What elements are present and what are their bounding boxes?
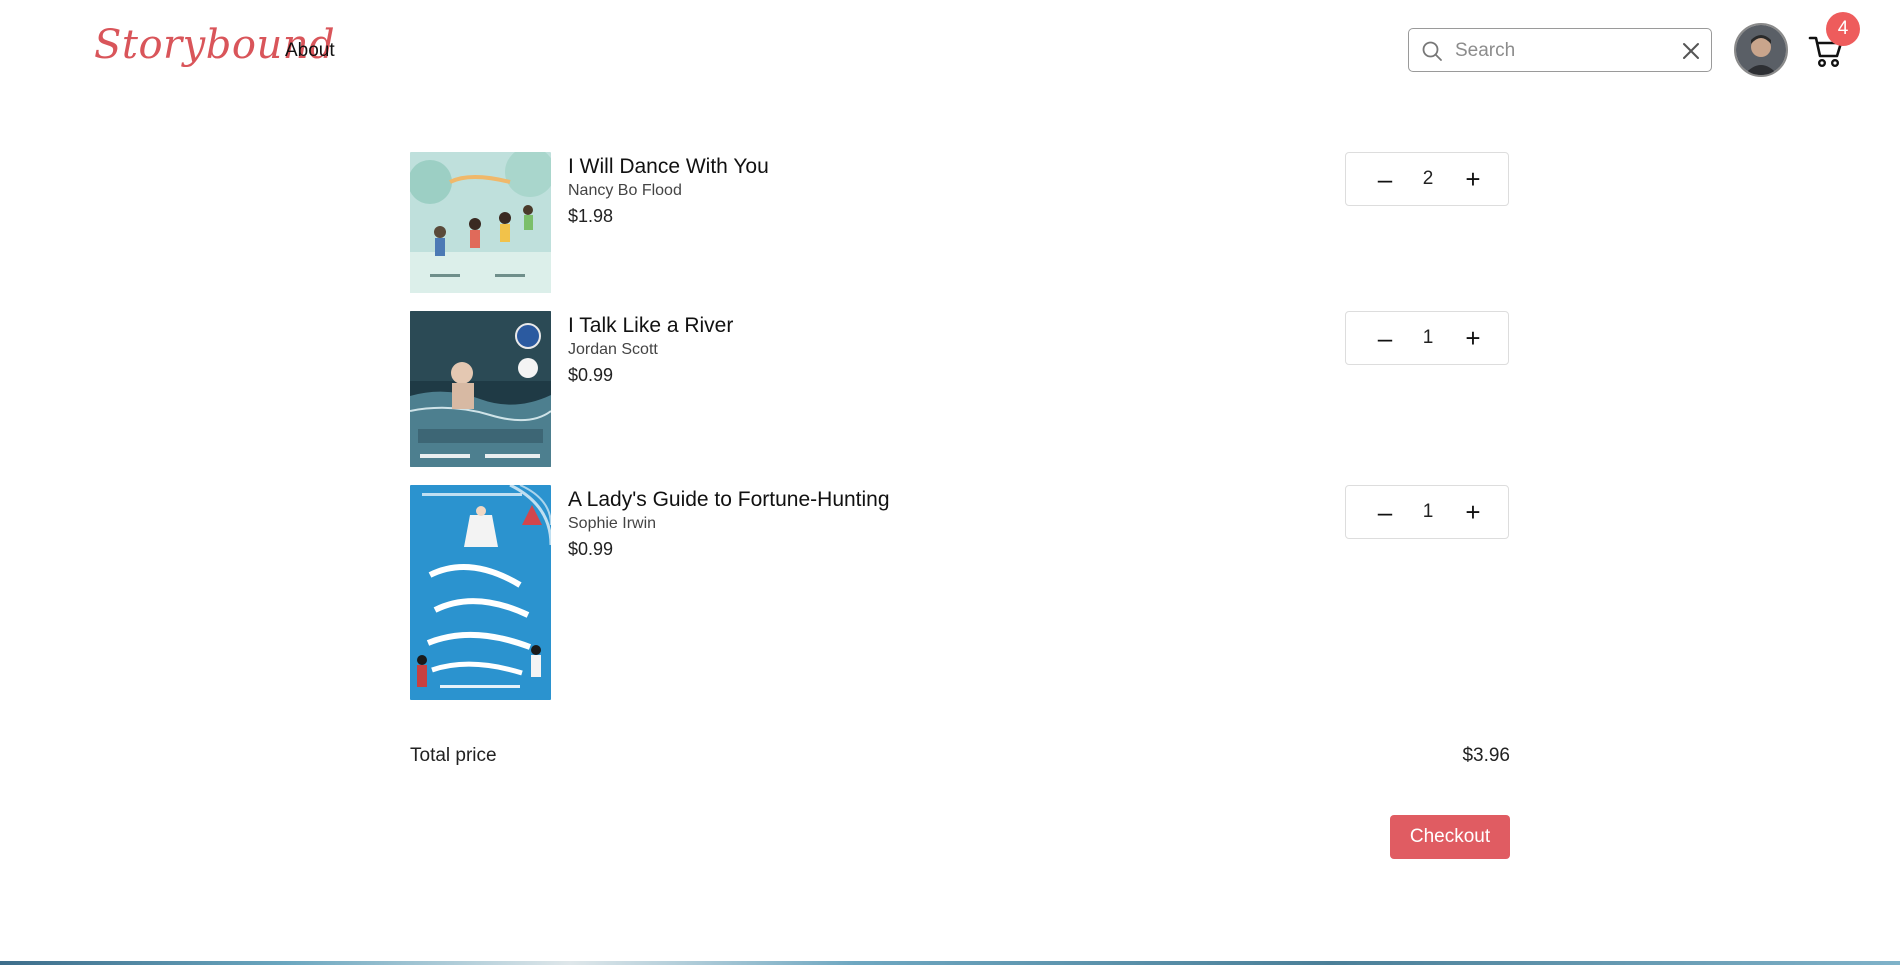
book-author: Jordan Scott [568,341,658,358]
clear-search-icon[interactable] [1681,41,1701,66]
book-price: $0.99 [568,539,614,559]
quantity-value: 2 [1422,168,1434,189]
increase-quantity-button[interactable]: + [1448,312,1498,364]
book-cover-image[interactable] [410,311,551,467]
quantity-stepper: – 2 + [1345,152,1509,206]
search-box[interactable] [1408,28,1712,72]
book-title[interactable]: A Lady's Guide to Fortune-Hunting [568,487,890,513]
quantity-value: 1 [1422,327,1434,348]
cart-count-badge: 4 [1826,12,1860,46]
book-title[interactable]: I Talk Like a River [568,313,733,339]
search-input[interactable] [1453,37,1667,65]
increase-quantity-button[interactable]: + [1448,486,1498,538]
top-nav: Storybound About Search 4 [0,0,1900,100]
book-info: A Lady's Guide to Fortune-Hunting Sophie… [568,485,890,560]
quantity-value: 1 [1422,501,1434,522]
book-info: I Talk Like a River Jordan Scott $0.99 [568,311,733,386]
total-price-value: $3.96 [1462,745,1510,766]
checkout-button[interactable]: Checkout [1390,815,1510,859]
total-price-label: Total price [410,745,497,766]
book-info: I Will Dance With You Nancy Bo Flood $1.… [568,152,769,227]
footer-image-strip [0,961,1900,965]
book-author: Sophie Irwin [568,515,657,532]
book-title[interactable]: I Will Dance With You [568,154,769,180]
quantity-stepper: – 1 + [1345,311,1509,365]
nav-about-link[interactable]: About [285,40,335,62]
book-price: $0.99 [568,365,614,385]
user-avatar[interactable] [1734,23,1788,77]
book-cover-image[interactable] [410,152,551,293]
increase-quantity-button[interactable]: + [1448,153,1498,205]
book-cover-image[interactable] [410,485,551,700]
search-icon [1421,40,1443,67]
book-author: Nancy Bo Flood [568,182,682,199]
quantity-stepper: – 1 + [1345,485,1509,539]
book-price: $1.98 [568,206,614,226]
